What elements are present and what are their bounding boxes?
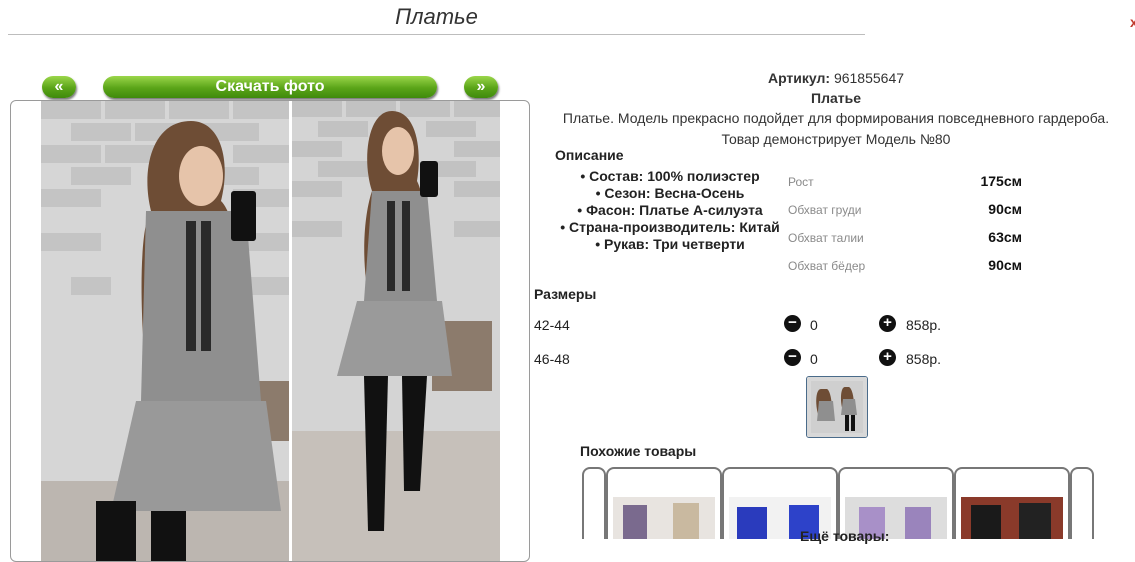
similar-product-card[interactable] — [954, 467, 1070, 539]
measurement-value: 90см — [988, 257, 1022, 273]
measurements-table: Рост 175см Обхват груди 90см Обхват тали… — [788, 173, 1028, 285]
measurement-label: Обхват груди — [788, 203, 862, 217]
feature-item: • Рукав: Три четверти — [595, 236, 745, 252]
similar-product-card[interactable] — [582, 467, 606, 539]
size-label: 46-48 — [534, 351, 570, 367]
measurement-row: Рост 175см — [788, 173, 1028, 201]
product-photo-viewer — [10, 100, 530, 562]
measurement-value: 90см — [988, 201, 1022, 217]
measurement-row: Обхват груди 90см — [788, 201, 1028, 229]
similar-product-card[interactable] — [606, 467, 722, 539]
article-value: 961855647 — [833, 70, 905, 86]
plus-icon[interactable]: + — [879, 349, 896, 366]
product-photo-side — [292, 101, 500, 561]
close-icon[interactable]: x — [1130, 14, 1135, 30]
price-value: 858р. — [906, 351, 942, 367]
measurement-label: Обхват бёдер — [788, 259, 866, 273]
product-description: Платье. Модель прекрасно подойдет для фо… — [562, 110, 1110, 126]
measurement-value: 63см — [988, 229, 1022, 245]
quantity-value: 0 — [810, 351, 818, 367]
more-products-link[interactable]: Ещё товары: — [800, 528, 889, 544]
similar-products-title: Похожие товары — [580, 443, 697, 459]
minus-icon[interactable]: − — [784, 349, 801, 366]
similar-product-image — [613, 497, 715, 539]
plus-icon[interactable]: + — [879, 315, 896, 332]
feature-item: • Фасон: Платье А-силуэта — [577, 202, 763, 218]
model-note: Товар демонстрирует Модель №80 — [721, 131, 951, 147]
product-thumbnail[interactable] — [806, 376, 868, 438]
download-photo-button[interactable]: Скачать фото — [103, 76, 437, 98]
product-name: Платье — [811, 90, 861, 106]
price-value: 858р. — [906, 317, 942, 333]
measurement-row: Обхват талии 63см — [788, 229, 1028, 257]
similar-product-card[interactable] — [1070, 467, 1094, 539]
similar-product-image — [961, 497, 1063, 539]
minus-icon[interactable]: − — [784, 315, 801, 332]
size-row: 42-44 − 0 + 858р. — [534, 315, 974, 335]
article-label: Артикул: — [767, 70, 831, 86]
feature-item: • Сезон: Весна-Осень — [595, 185, 745, 201]
size-row: 46-48 − 0 + 858р. — [534, 349, 974, 369]
measurement-row: Обхват бёдер 90см — [788, 257, 1028, 285]
feature-item: • Страна-производитель: Китай — [560, 219, 780, 235]
sizes-title: Размеры — [534, 286, 597, 302]
description-title: Описание — [555, 147, 624, 163]
feature-list: • Состав: 100% полиэстер • Сезон: Весна-… — [552, 168, 788, 253]
prev-photo-button[interactable]: « — [42, 76, 76, 98]
product-photo-front — [41, 101, 289, 561]
quantity-value: 0 — [810, 317, 818, 333]
article-line: Артикул: 961855647 — [536, 70, 1135, 86]
measurement-value: 175см — [980, 173, 1022, 189]
page-title: Платье — [8, 4, 865, 35]
measurement-label: Рост — [788, 175, 814, 189]
feature-item: • Состав: 100% полиэстер — [580, 168, 760, 184]
size-label: 42-44 — [534, 317, 570, 333]
next-photo-button[interactable]: » — [464, 76, 498, 98]
measurement-label: Обхват талии — [788, 231, 864, 245]
